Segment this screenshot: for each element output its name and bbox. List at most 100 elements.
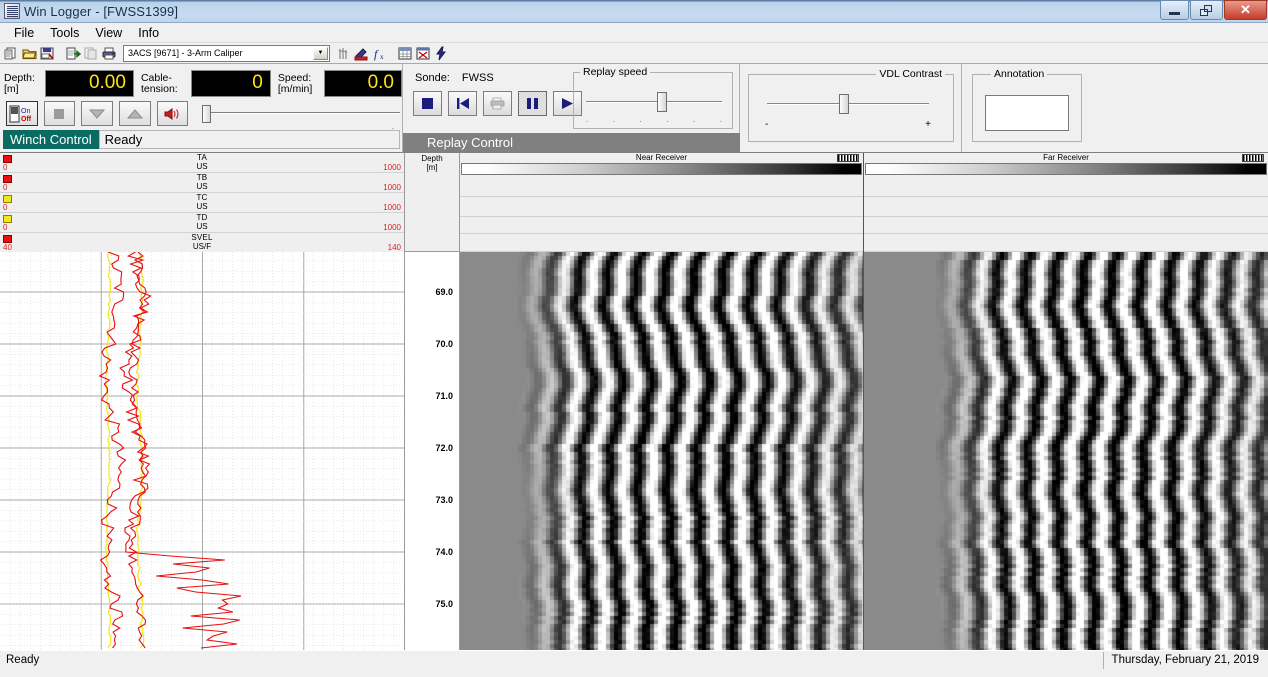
greyscale-bar-icon (837, 154, 859, 162)
curve-max: 1000 (383, 163, 401, 172)
slider-thumb[interactable] (657, 92, 667, 112)
curve-max: 1000 (383, 203, 401, 212)
up-button[interactable] (119, 101, 151, 126)
curve-max: 1000 (383, 183, 401, 192)
far-receiver-title: Far Receiver (864, 153, 1268, 162)
winch-speed-slider[interactable]: . (200, 102, 402, 126)
far-receiver-panel: Far Receiver (864, 153, 1268, 650)
menu-bar: File Tools View Info (0, 23, 1268, 43)
curve-track-header-tb[interactable]: TB US 0 1000 (0, 173, 404, 193)
print-icon[interactable] (101, 45, 118, 62)
readout-row: Depth: [m] 0.00 Cable- tension: 0 Speed:… (0, 64, 402, 97)
depth-label: 73.0 (435, 495, 453, 505)
menu-item-tools[interactable]: Tools (42, 25, 87, 41)
curve-unit: US/F (0, 242, 404, 251)
header-gridlines (864, 176, 1268, 251)
save-database-icon[interactable] (39, 45, 56, 62)
svg-text:Off: Off (21, 116, 32, 123)
near-receiver-waveform[interactable] (460, 252, 863, 650)
curve-name: TD (0, 213, 404, 222)
curve-header: TA US 0 1000 TB US 0 1000 TC US 0 1000 (0, 153, 404, 252)
depth-label: 71.0 (435, 391, 453, 401)
sonde-value: FWSS (462, 72, 494, 84)
vdl-contrast-panel: VDL Contrast - + (740, 64, 962, 152)
depth-label: 69.0 (435, 287, 453, 297)
replay-control-band: Replay Control (403, 133, 740, 152)
curve-min: 40 (3, 243, 12, 252)
near-receiver-title: Near Receiver (460, 153, 863, 162)
table-view-icon[interactable] (397, 45, 414, 62)
status-date: Thursday, February 21, 2019 (1103, 652, 1265, 669)
menu-item-view[interactable]: View (87, 25, 130, 41)
device-select-value: 3ACS [9671] - 3-Arm Caliper (124, 48, 243, 58)
near-receiver-panel: Near Receiver (460, 153, 864, 650)
annotation-panel: Annotation (962, 64, 1268, 152)
replay-stop-button[interactable] (413, 91, 442, 116)
calibration-icon[interactable] (353, 45, 370, 62)
curve-track-header-svel[interactable]: SVEL US/F 40 140 (0, 233, 404, 252)
spreadsheet-icon[interactable] (415, 45, 432, 62)
replay-rewind-button[interactable] (448, 91, 477, 116)
curve-name: SVEL (0, 233, 404, 242)
curve-plot[interactable] (0, 252, 404, 650)
depth-header: Depth [m] (405, 153, 459, 252)
restore-button[interactable] (1190, 0, 1223, 20)
vdl-contrast-title: VDL Contrast (876, 68, 945, 80)
vdl-contrast-group: VDL Contrast - + (748, 74, 954, 142)
status-bar: Ready Thursday, February 21, 2019 (0, 650, 1268, 669)
contrast-minus-label: - (765, 119, 768, 130)
sonde-label: Sonde: (415, 72, 450, 84)
stop-button[interactable] (44, 101, 76, 126)
curve-unit: US (0, 182, 404, 191)
header-gridlines (460, 176, 863, 251)
close-button[interactable]: ✕ (1224, 0, 1267, 20)
close-icon: ✕ (1240, 2, 1251, 18)
restore-icon (1200, 5, 1213, 16)
down-button[interactable] (81, 101, 113, 126)
power-on-off-toggle[interactable]: On Off (6, 101, 38, 126)
curve-name: TB (0, 173, 404, 182)
far-receiver-header: Far Receiver (864, 153, 1268, 252)
speed-label: Speed: [m/min] (278, 73, 324, 95)
menu-item-info[interactable]: Info (130, 25, 167, 41)
vdl-contrast-range: - + (765, 119, 931, 130)
curve-track-header-ta[interactable]: TA US 0 1000 (0, 153, 404, 173)
far-receiver-waveform[interactable] (864, 252, 1268, 650)
replay-print-button[interactable] (483, 91, 512, 116)
speed-readout: 0.0 (324, 70, 402, 97)
open-folder-icon[interactable] (21, 45, 38, 62)
replay-speed-group: Replay speed ...... (573, 72, 733, 129)
curve-name: TC (0, 193, 404, 202)
window-controls: ✕ (1160, 0, 1268, 21)
greyscale-gradient (461, 163, 862, 175)
menu-item-file[interactable]: File (6, 25, 42, 41)
copy-icon[interactable] (83, 45, 100, 62)
annotation-group: Annotation (972, 74, 1082, 142)
curve-unit: US (0, 222, 404, 231)
chevron-down-icon[interactable]: ▼ (313, 47, 328, 60)
slider-thumb[interactable] (839, 94, 849, 114)
annotation-input[interactable] (985, 95, 1069, 131)
curve-track-header-tc[interactable]: TC US 0 1000 (0, 193, 404, 213)
vdl-far-canvas (864, 252, 1268, 650)
curve-settings-icon[interactable] (335, 45, 352, 62)
export-icon[interactable] (65, 45, 82, 62)
curve-min: 0 (3, 163, 7, 172)
depth-label: 70.0 (435, 339, 453, 349)
new-document-icon[interactable] (3, 45, 20, 62)
curve-name: TA (0, 153, 404, 162)
curve-track-header-td[interactable]: TD US 0 1000 (0, 213, 404, 233)
minimize-button[interactable] (1160, 0, 1189, 20)
depth-header-title: Depth (405, 154, 459, 163)
device-select[interactable]: 3ACS [9671] - 3-Arm Caliper ▼ (123, 45, 330, 62)
quick-action-icon[interactable] (433, 45, 450, 62)
alarm-button[interactable] (157, 101, 189, 126)
winch-button-row: On Off . (0, 97, 402, 126)
depth-readout: 0.00 (45, 70, 134, 97)
near-receiver-header: Near Receiver (460, 153, 863, 252)
replay-pause-button[interactable] (518, 91, 547, 116)
depth-label: 75.0 (435, 599, 453, 609)
title-bar: Win Logger - [FWSS1399] ✕ (0, 0, 1268, 23)
function-icon[interactable]: fx (371, 45, 388, 62)
slider-thumb[interactable] (202, 105, 211, 123)
